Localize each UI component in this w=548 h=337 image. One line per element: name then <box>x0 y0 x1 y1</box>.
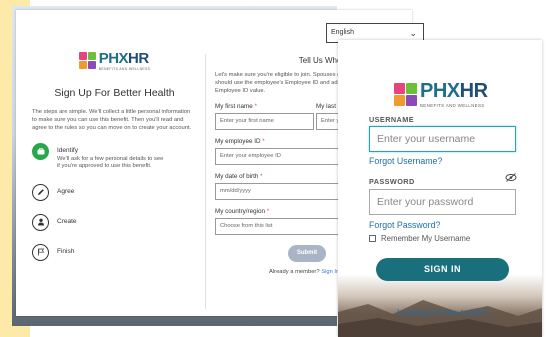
phxhr-logo: PHXHR BENEFITS AND WELLNESS <box>32 50 197 71</box>
eye-slash-icon[interactable] <box>505 173 517 182</box>
forgot-password-link[interactable]: Forgot Password? <box>369 220 440 230</box>
username-input[interactable]: Enter your username <box>369 126 516 152</box>
logo-tiles-icon <box>78 52 96 69</box>
first-name-input[interactable]: Enter your first name <box>215 113 314 130</box>
remember-username[interactable]: Remember My Username <box>369 234 470 243</box>
signup-steps: Identify We'll ask for a few personal de… <box>32 142 197 261</box>
password-label: PASSWORD <box>369 177 415 186</box>
briefcase-icon <box>32 142 49 160</box>
logo-tiles-icon <box>394 82 417 106</box>
logo-text-hr: HR <box>459 80 488 102</box>
step-create-name: Create <box>57 217 77 225</box>
logo-text-phx: PHX <box>98 50 129 67</box>
step-finish: Finish <box>32 243 197 261</box>
sign-in-button[interactable]: SIGN IN <box>376 258 509 281</box>
login-card: PHXHR BENEFITS AND WELLNESS USERNAME Ent… <box>338 40 542 337</box>
signup-intro: The steps are simple. We'll collect a li… <box>32 109 192 132</box>
remember-label: Remember My Username <box>381 234 471 243</box>
flag-icon <box>32 243 49 261</box>
person-icon <box>32 213 49 231</box>
submit-button[interactable]: Submit <box>288 245 326 262</box>
step-agree-name: Agree <box>57 187 75 195</box>
language-select-value: English <box>331 29 354 36</box>
signup-left-column: PHXHR BENEFITS AND WELLNESS Sign Up For … <box>32 50 197 274</box>
first-name-label: My first name * <box>215 103 257 110</box>
step-finish-name: Finish <box>57 247 75 255</box>
signup-title: Sign Up For Better Health <box>54 87 175 99</box>
logo-text-phx: PHX <box>420 80 460 102</box>
column-divider <box>205 54 206 309</box>
step-identify-desc: We'll ask for a few personal details to … <box>57 155 164 170</box>
sign-in-link[interactable]: Sign In <box>321 269 339 275</box>
step-identify: Identify We'll ask for a few personal de… <box>32 142 197 171</box>
step-agree: Agree <box>32 183 197 201</box>
login-logo: PHXHR BENEFITS AND WELLNESS <box>394 80 488 108</box>
username-label: USERNAME <box>369 115 414 124</box>
step-create: Create <box>32 213 197 231</box>
join-link[interactable]: Looking for how to join? <box>397 307 517 317</box>
step-identify-name: Identify <box>57 146 78 154</box>
remember-checkbox[interactable] <box>369 235 376 242</box>
logo-text-hr: HR <box>128 50 149 67</box>
password-input[interactable]: Enter your password <box>369 189 516 215</box>
logo-tagline: BENEFITS AND WELLNESS <box>420 103 485 108</box>
logo-tagline: BENEFITS AND WELLNESS <box>98 67 151 71</box>
forgot-username-link[interactable]: Forgot Username? <box>369 156 442 166</box>
pencil-icon <box>32 183 49 201</box>
